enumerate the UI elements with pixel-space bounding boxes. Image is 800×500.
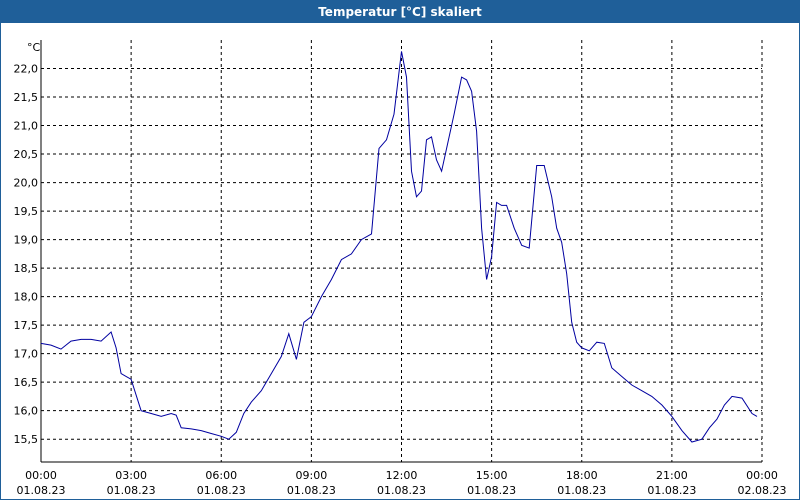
y-tick-label: 19,0 — [14, 234, 39, 247]
y-tick-label: 16,0 — [14, 405, 39, 418]
chart-canvas[interactable]: 22,0 21,5 21,0 20,5 20,0 19,5 19,0 18,5 18,0 17,5… — [1, 23, 799, 500]
y-tick-label: 21,0 — [14, 120, 39, 133]
x-tick-time-label: 15:00 — [476, 469, 508, 482]
y-tick-label: 21,5 — [14, 91, 39, 104]
y-tick-label: 18,5 — [14, 262, 39, 275]
x-tick-date-label: 01.08.23 — [377, 484, 426, 497]
x-tick-date-label: 01.08.23 — [467, 484, 516, 497]
x-tick-time-label: 03:00 — [115, 469, 147, 482]
x-tick-date-label: 01.08.23 — [107, 484, 156, 497]
x-tick-time-label: 18:00 — [566, 469, 598, 482]
y-tick-label: 17,0 — [14, 348, 39, 361]
x-tick-time-label: 00:00 — [25, 469, 57, 482]
temperature-series-line — [40, 51, 758, 443]
chart-window: Temperatur [°C] skaliert 22,0 21,5 21,0 20,… — [0, 0, 800, 500]
x-tick-date-label: 02.08.23 — [738, 484, 787, 497]
y-tick-label: 18,0 — [14, 291, 39, 304]
x-tick-time-label: 09:00 — [296, 469, 328, 482]
y-tick-label: 16,5 — [14, 376, 39, 389]
y-tick-label: 22,0 — [14, 63, 39, 76]
y-tick-label: 19,5 — [14, 205, 39, 218]
y-tick-label: 17,5 — [14, 319, 39, 332]
series-layer — [40, 51, 758, 443]
x-tick-time-label: 12:00 — [386, 469, 418, 482]
x-tick-date-label: 01.08.23 — [647, 484, 696, 497]
y-tick-label: 15,5 — [14, 433, 39, 446]
x-tick-time-label: 00:00 — [746, 469, 778, 482]
x-tick-date-label: 01.08.23 — [287, 484, 336, 497]
x-tick-time-label: 21:00 — [656, 469, 688, 482]
x-tick-labels: 00:00 01.08.23 03:00 01.08.23 06:00 01.08.23 0… — [17, 469, 787, 497]
chart-title: Temperatur [°C] skaliert — [1, 1, 799, 23]
x-tick-date-label: 01.08.23 — [17, 484, 66, 497]
x-tick-date-label: 01.08.23 — [197, 484, 246, 497]
y-tick-labels: 22,0 21,5 21,0 20,5 20,0 19,5 19,0 18,5 18,0 17,5… — [14, 63, 39, 447]
x-tick-date-label: 01.08.23 — [557, 484, 606, 497]
y-tick-label: 20,0 — [14, 177, 39, 190]
x-tick-time-label: 06:00 — [205, 469, 237, 482]
y-axis-unit-label: °C — [27, 41, 41, 54]
y-tick-label: 20,5 — [14, 148, 39, 161]
